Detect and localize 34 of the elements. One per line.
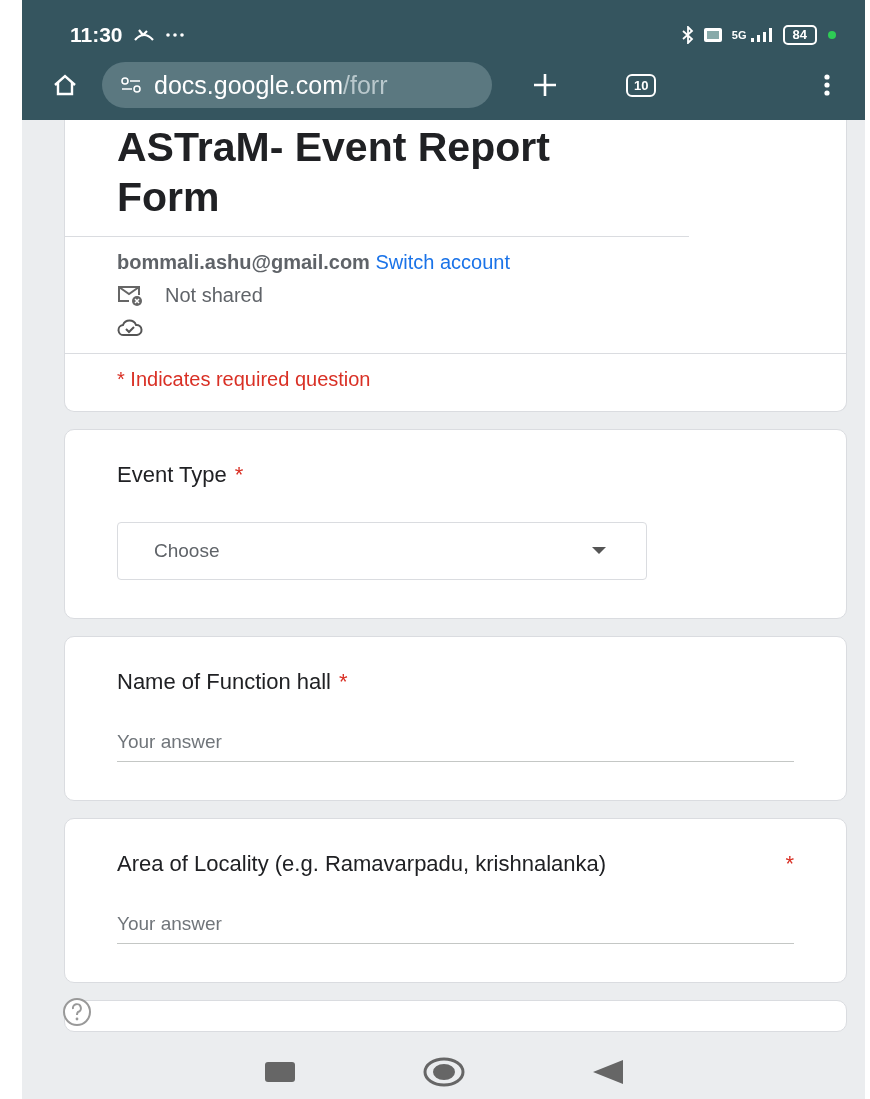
more-dots-icon [164,32,185,38]
network-label: 5G [731,29,747,41]
dropdown-arrow-icon [592,547,606,555]
required-asterisk: * [234,461,244,489]
required-note: * Indicates required question [116,367,372,392]
tab-count-button[interactable]: 10 [626,73,657,97]
back-icon[interactable] [592,1060,623,1084]
sharing-status: Not shared [165,284,263,307]
question-label: Area of Locality (e.g. Ramavarpadu, krishnalanka) [117,850,607,878]
required-asterisk: * [339,668,348,696]
bluetooth-icon [681,26,694,44]
site-settings-icon[interactable] [120,77,142,93]
home-icon[interactable] [52,73,78,97]
recents-icon[interactable] [264,1062,295,1082]
clock-time: 11:30 [70,23,123,47]
required-asterisk: * [785,850,794,878]
volte-icon [703,28,722,42]
account-email: bommali.ashu@gmail.com [117,251,370,273]
switch-account-link[interactable]: Switch account [375,251,510,273]
question-label: Name of Function hall [117,668,331,696]
dot-icon [827,30,837,40]
new-tab-icon[interactable] [532,72,558,98]
cloud-check-icon [117,317,143,337]
mail-blocked-icon [117,284,143,307]
help-icon[interactable] [62,997,92,1027]
signal-icon [750,28,773,42]
home-button-icon[interactable] [422,1057,465,1087]
missed-call-icon [132,28,155,42]
menu-icon[interactable] [823,73,831,97]
dropdown[interactable]: Choose [117,522,647,580]
form-title: ASTraM- Event Report Form [65,120,689,237]
question-label: Event Type [117,461,227,489]
battery-indicator: 84 [782,25,817,45]
address-bar[interactable]: docs.google.com/forr [102,62,492,108]
